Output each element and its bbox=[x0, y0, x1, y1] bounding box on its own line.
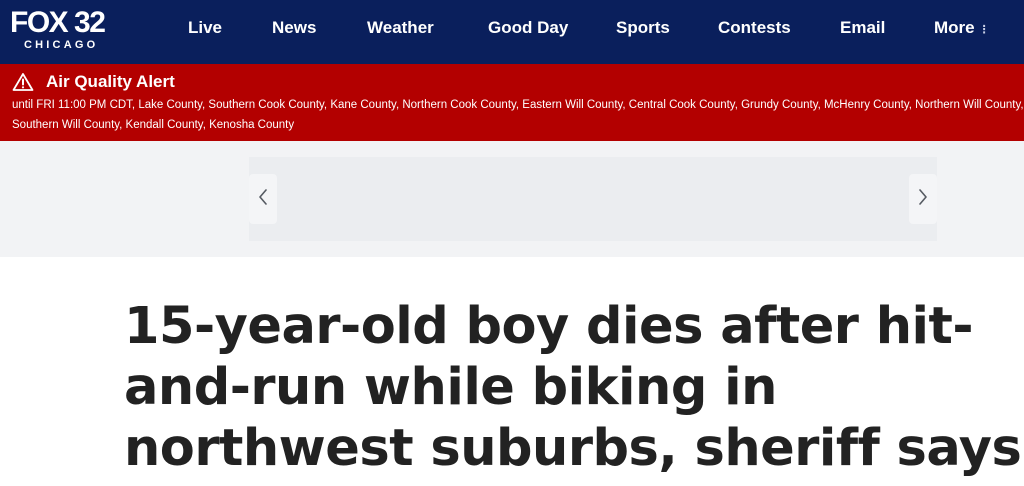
nav-live[interactable]: Live bbox=[188, 17, 222, 41]
chevron-left-icon bbox=[258, 188, 268, 210]
nav-news[interactable]: News bbox=[272, 17, 316, 41]
nav-contests[interactable]: Contests bbox=[718, 17, 791, 41]
carousel-prev-button[interactable] bbox=[249, 174, 277, 224]
air-quality-alert-banner[interactable]: Air Quality Alert until FRI 11:00 PM CDT… bbox=[0, 64, 1024, 141]
carousel-next-button[interactable] bbox=[909, 174, 937, 224]
nav-more-label: More bbox=[934, 18, 975, 37]
article-headline: 15-year-old boy dies after hit-and-run w… bbox=[124, 297, 1022, 478]
nav-good-day[interactable]: Good Day bbox=[488, 17, 568, 41]
alert-title: Air Quality Alert bbox=[46, 72, 175, 91]
nav-email[interactable]: Email bbox=[840, 17, 885, 41]
nav-sports[interactable]: Sports bbox=[616, 17, 670, 41]
vertical-dots-icon: ⋮ bbox=[978, 24, 990, 36]
carousel bbox=[249, 157, 937, 241]
chevron-right-icon bbox=[918, 188, 928, 210]
alert-details: until FRI 11:00 PM CDT, Lake County, Sou… bbox=[12, 99, 1024, 131]
warning-triangle-icon bbox=[12, 72, 34, 92]
site-header: FOX 32 CHICAGO Live News Weather Good Da… bbox=[0, 0, 1024, 64]
main-nav: Live News Weather Good Day Sports Contes… bbox=[0, 0, 1024, 64]
ad-carousel-strip bbox=[0, 141, 1024, 257]
nav-more[interactable]: More ⋮ bbox=[934, 17, 990, 41]
nav-weather[interactable]: Weather bbox=[367, 17, 434, 41]
